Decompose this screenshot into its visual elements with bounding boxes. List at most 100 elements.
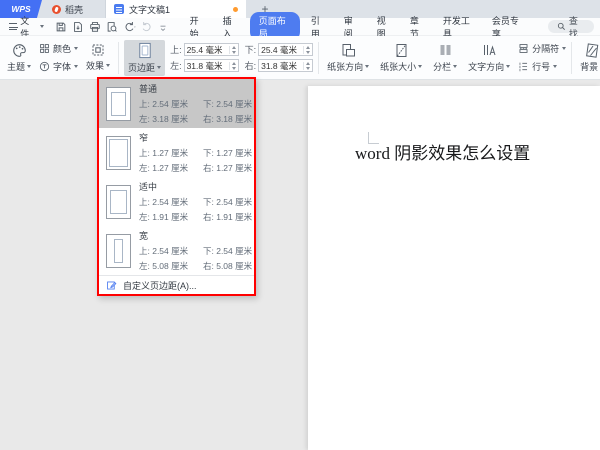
spinner-up-icon[interactable] [306,46,310,49]
margin-preset-narrow[interactable]: 窄 上: 1.27 厘米 下: 1.27 厘米 左: 1.27 厘米 右: 1.… [99,128,254,177]
line-numbers-label: 行号 [532,60,550,73]
margin-fields: 上: 25.4 毫米 下: 25.4 毫米 左: 31.8 毫米 右: 31.8… [170,43,313,72]
margin-top-label: 上: [170,43,182,56]
theme-button[interactable]: 主题 [4,42,34,74]
preset-bottom-value: 下: 2.54 厘米 [203,245,252,257]
redo-icon[interactable] [141,21,153,33]
spinner-up-icon[interactable] [306,62,310,65]
margin-bottom-field[interactable]: 下: 25.4 毫米 [245,43,314,56]
preset-top-value: 上: 1.27 厘米 [139,147,199,159]
margin-right-field[interactable]: 右: 31.8 毫米 [245,59,314,72]
paper-orientation-button[interactable]: 纸张方向 [324,42,372,74]
margin-preview-icon [106,136,131,170]
fonts-label: 字体 [53,60,71,73]
hamburger-icon [9,23,17,30]
preset-top-value: 上: 2.54 厘米 [139,196,199,208]
tab-docer[interactable]: 稻壳 [42,0,106,18]
background-label: 背景 [580,60,598,73]
chevron-down-icon [106,64,110,67]
chevron-down-icon [562,47,566,50]
preset-top-value: 上: 2.54 厘米 [139,98,199,110]
spinner-control[interactable] [303,46,310,54]
document-text[interactable]: word 阴影效果怎么设置 [355,139,530,164]
margin-bottom-value[interactable]: 25.4 毫米 [261,44,297,56]
line-numbers-icon [518,61,529,72]
margin-bottom-label: 下: [245,43,257,56]
background-icon [585,43,600,58]
preset-left-value: 左: 5.08 厘米 [139,260,199,272]
spinner-up-icon[interactable] [232,62,236,65]
preset-name: 窄 [139,131,252,144]
margin-right-value[interactable]: 31.8 毫米 [261,60,297,72]
margin-left-label: 左: [170,59,182,72]
search-box[interactable]: 查找 [548,20,594,33]
preset-bottom-value: 下: 2.54 厘米 [203,98,252,110]
margin-preview-icon [106,185,131,219]
preset-top-value: 上: 2.54 厘米 [139,245,199,257]
unsaved-dot-icon [233,7,238,12]
ribbon-separator [571,42,572,74]
margin-right-label: 右: [245,59,257,72]
print-icon[interactable] [89,21,101,33]
effects-button[interactable]: 效果 [83,42,113,73]
text-direction-label: 文字方向 [468,60,504,73]
columns-icon [438,43,453,58]
spinner-control[interactable] [303,62,310,70]
background-button[interactable]: 背景 [577,42,600,74]
spinner-down-icon[interactable] [306,67,310,70]
preset-left-value: 左: 3.18 厘米 [139,113,199,125]
text-direction-button[interactable]: 文字方向 [465,42,513,74]
colors-label: 颜色 [53,42,71,55]
print-preview-icon[interactable] [106,21,118,33]
margin-preview-icon [106,87,131,121]
chevron-down-icon [74,47,78,50]
document-page[interactable]: word 阴影效果怎么设置 [308,86,600,450]
margin-preset-moderate[interactable]: 适中 上: 2.54 厘米 下: 2.54 厘米 左: 1.91 厘米 右: 1… [99,177,254,226]
ribbon-separator [318,42,319,74]
undo-icon[interactable] [123,21,136,33]
page-margins-dropdown: 普通 上: 2.54 厘米 下: 2.54 厘米 左: 3.18 厘米 右: 3… [97,77,256,296]
spinner-down-icon[interactable] [306,51,310,54]
palette-icon [12,43,27,58]
save-icon[interactable] [55,21,67,33]
paper-orientation-icon [341,43,356,58]
margin-top-field[interactable]: 上: 25.4 毫米 [170,43,239,56]
margin-left-value[interactable]: 31.8 毫米 [187,60,223,72]
margin-left-field[interactable]: 左: 31.8 毫米 [170,59,239,72]
chevron-down-icon [74,65,78,68]
spinner-control[interactable] [229,46,236,54]
margin-preset-normal[interactable]: 普通 上: 2.54 厘米 下: 2.54 厘米 左: 3.18 厘米 右: 3… [99,79,254,128]
page-margins-icon [137,42,153,59]
breaks-button[interactable]: 分隔符 [518,42,566,55]
customize-quickbar-icon[interactable] [158,21,168,33]
spinner-control[interactable] [229,62,236,70]
export-pdf-icon[interactable] [72,21,84,33]
margin-preset-wide[interactable]: 宽 上: 2.54 厘米 下: 2.54 厘米 左: 5.08 厘米 右: 5.… [99,226,254,275]
spinner-up-icon[interactable] [232,46,236,49]
columns-button[interactable]: 分栏 [430,42,460,74]
spinner-down-icon[interactable] [232,51,236,54]
preset-right-value: 右: 3.18 厘米 [203,113,252,125]
line-numbers-button[interactable]: 行号 [518,60,566,73]
paper-orientation-label: 纸张方向 [327,60,363,73]
spinner-down-icon[interactable] [232,67,236,70]
preset-bottom-value: 下: 2.54 厘米 [203,196,252,208]
effects-icon [91,43,105,57]
menu-bar: 文件 开始 插入 页面布局 引用 审阅 视图 章节 开发工具 会员专享 查找 [0,18,600,36]
page-margins-button[interactable]: 页边距 [124,40,165,76]
custom-margins-item[interactable]: 自定义页边距(A)... [99,275,254,294]
ribbon-separator [118,42,119,74]
chevron-down-icon [553,65,557,68]
chevron-down-icon [40,25,44,28]
paper-size-icon [394,43,409,58]
margin-top-value[interactable]: 25.4 毫米 [187,44,223,56]
theme-fonts-button[interactable]: 字体 [39,60,78,73]
paper-size-button[interactable]: 纸张大小 [377,42,425,74]
colors-icon [39,43,50,54]
chevron-down-icon [453,65,457,68]
page-margins-label: 页边距 [128,61,155,74]
chevron-down-icon [365,65,369,68]
docer-icon [52,5,61,14]
theme-colors-button[interactable]: 颜色 [39,42,78,55]
custom-margins-label: 自定义页边距(A)... [123,279,197,292]
